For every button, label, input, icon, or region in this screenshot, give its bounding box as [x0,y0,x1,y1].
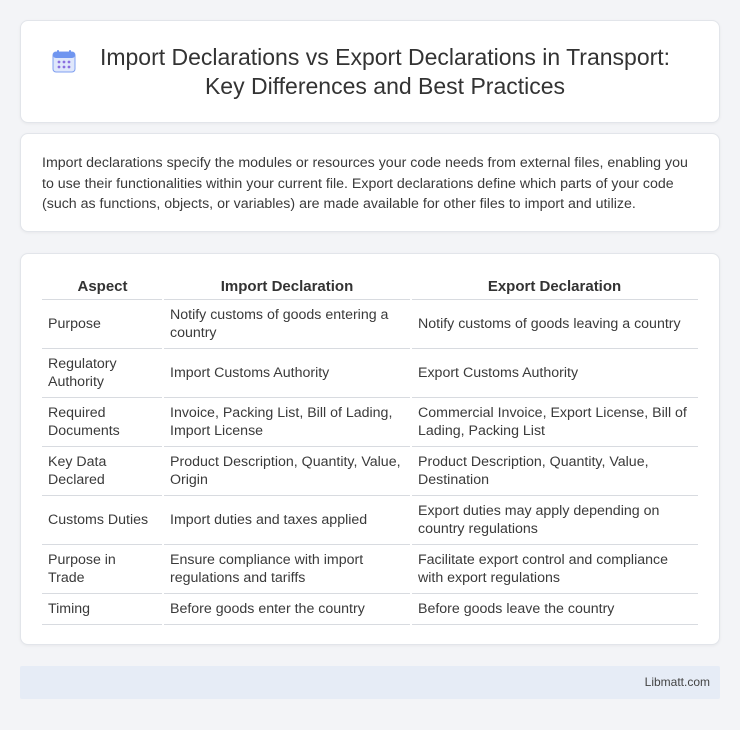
export-cell: Product Description, Quantity, Value, De… [410,446,698,496]
footer-brand: Libmatt.com [644,675,710,689]
export-cell: Facilitate export control and compliance… [410,544,698,594]
import-cell: Invoice, Packing List, Bill of Lading, I… [162,397,411,447]
comparison-table: Aspect Import Declaration Export Declara… [42,275,698,625]
table-header-row: Aspect Import Declaration Export Declara… [42,275,698,300]
table-row: Purpose in Trade Ensure compliance with … [42,544,698,594]
aspect-cell: Customs Duties [42,495,163,545]
aspect-cell: Purpose [42,299,163,349]
import-cell: Before goods enter the country [162,593,411,625]
page-title: Import Declarations vs Export Declaratio… [99,43,671,99]
export-cell: Before goods leave the country [410,593,698,625]
import-cell: Ensure compliance with import regulation… [162,544,411,594]
footer-bar: Libmatt.com [20,666,720,699]
export-cell: Commercial Invoice, Export License, Bill… [410,397,698,447]
table-row: Timing Before goods enter the country Be… [42,593,698,625]
aspect-cell: Timing [42,593,163,625]
table-row: Customs Duties Import duties and taxes a… [42,495,698,545]
table-row: Required Documents Invoice, Packing List… [42,397,698,447]
import-cell: Product Description, Quantity, Value, Or… [162,446,411,496]
import-cell: Import Customs Authority [162,348,411,398]
aspect-cell: Purpose in Trade [42,544,163,594]
table-row: Purpose Notify customs of goods entering… [42,299,698,349]
aspect-cell: Key Data Declared [42,446,163,496]
table-row: Regulatory Authority Import Customs Auth… [42,348,698,398]
import-cell: Import duties and taxes applied [162,495,411,545]
comparison-card: Aspect Import Declaration Export Declara… [20,253,720,645]
column-header-export: Export Declaration [411,275,698,300]
column-header-aspect: Aspect [42,275,163,300]
intro-paragraph: Import declarations specify the modules … [42,155,688,212]
export-cell: Export duties may apply depending on cou… [410,495,698,545]
column-header-import: Import Declaration [163,275,411,300]
title-card: Import Declarations vs Export Declaratio… [20,20,720,123]
table-row: Key Data Declared Product Description, Q… [42,446,698,496]
export-cell: Notify customs of goods leaving a countr… [410,299,698,349]
intro-card: Import declarations specify the modules … [20,133,720,232]
export-cell: Export Customs Authority [410,348,698,398]
aspect-cell: Regulatory Authority [42,348,163,398]
aspect-cell: Required Documents [42,397,163,447]
import-cell: Notify customs of goods entering a count… [162,299,411,349]
